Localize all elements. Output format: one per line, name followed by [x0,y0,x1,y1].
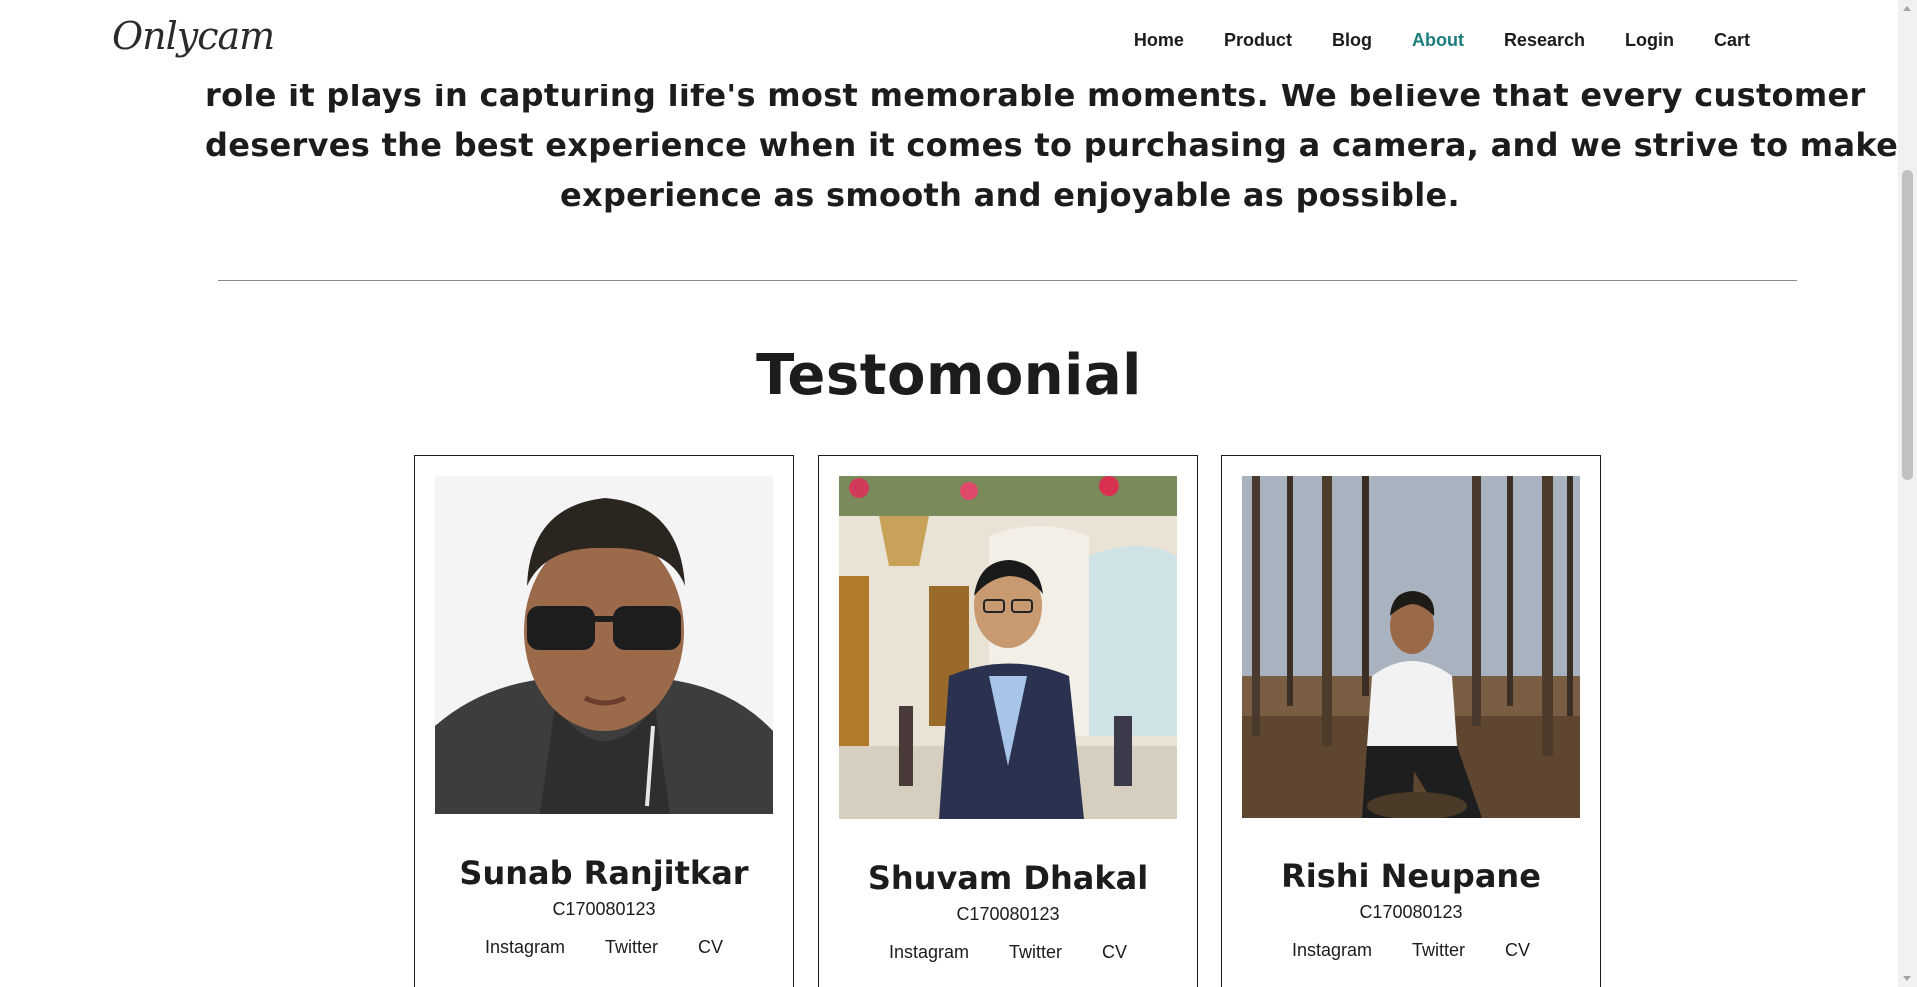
nav-blog[interactable]: Blog [1332,30,1372,51]
nav-research[interactable]: Research [1504,30,1585,51]
testimonial-card: Sunab Ranjitkar C170080123 Instagram Twi… [414,455,794,987]
nav-home[interactable]: Home [1134,30,1184,51]
site-logo[interactable]: Onlycam [112,14,275,58]
testimonial-title: Testomonial [756,343,1142,408]
scroll-down-button[interactable] [1898,970,1917,987]
social-links: Instagram Twitter CV [819,942,1197,963]
nav-about[interactable]: About [1412,30,1464,51]
cv-link[interactable]: CV [698,937,723,958]
student-id: C170080123 [1359,902,1463,922]
instagram-link[interactable]: Instagram [889,942,969,963]
intro-line: experience as smooth and enjoyable as po… [560,176,1460,214]
person-name: Rishi Neupane [1281,857,1541,895]
main-nav: Home Product Blog About Research Login C… [1094,30,1750,51]
profile-photo [435,476,773,814]
chevron-down-icon [1903,976,1911,981]
page: role it plays in capturing life's most m… [0,0,1898,987]
twitter-link[interactable]: Twitter [1412,940,1465,961]
nav-login[interactable]: Login [1625,30,1674,51]
person-name: Shuvam Dhakal [867,859,1149,897]
student-id: C170080123 [552,899,656,919]
student-id: C170080123 [956,904,1060,924]
nav-product[interactable]: Product [1224,30,1292,51]
twitter-link[interactable]: Twitter [605,937,658,958]
cv-link[interactable]: CV [1505,940,1530,961]
chevron-up-icon [1903,6,1911,11]
testimonial-card: Shuvam Dhakal C170080123 Instagram Twitt… [818,455,1198,987]
profile-photo [839,476,1177,819]
cv-link[interactable]: CV [1102,942,1127,963]
scroll-up-button[interactable] [1898,0,1917,17]
social-links: Instagram Twitter CV [1222,940,1600,961]
twitter-link[interactable]: Twitter [1009,942,1062,963]
section-divider [218,280,1797,281]
scroll-thumb[interactable] [1902,170,1913,480]
nav-cart[interactable]: Cart [1714,30,1750,51]
site-header: Onlycam Home Product Blog About Research… [0,0,1898,84]
testimonial-card: Rishi Neupane C170080123 Instagram Twitt… [1221,455,1601,987]
person-name: Sunab Ranjitkar [459,854,749,892]
intro-line: deserves the best experience when it com… [205,126,1898,164]
instagram-link[interactable]: Instagram [485,937,565,958]
about-intro-paragraph: role it plays in capturing life's most m… [205,70,1898,220]
instagram-link[interactable]: Instagram [1292,940,1372,961]
social-links: Instagram Twitter CV [415,937,793,958]
profile-photo [1242,476,1580,818]
vertical-scrollbar[interactable] [1898,0,1917,987]
